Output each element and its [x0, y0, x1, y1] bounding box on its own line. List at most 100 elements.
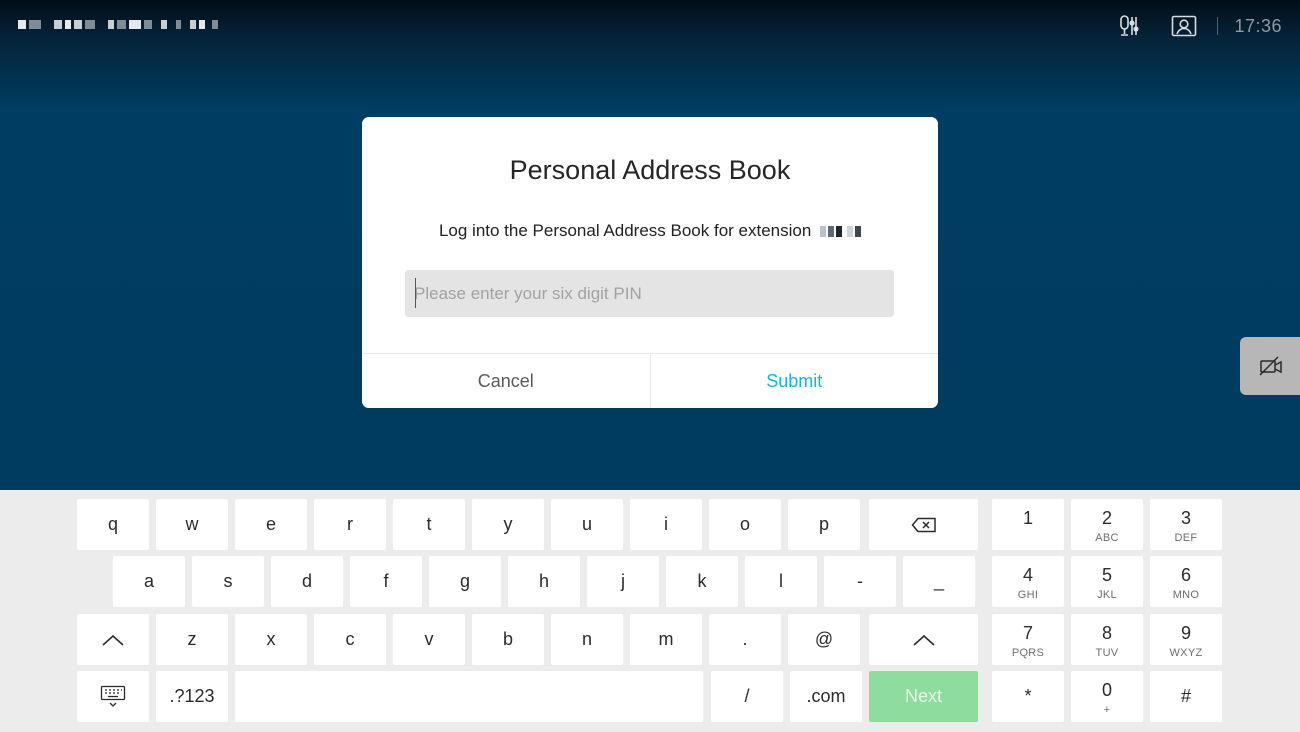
numpad-key-8[interactable]: 8 TUV	[1071, 614, 1143, 665]
numpad-key-7-label: 7	[1022, 623, 1033, 643]
numpad-key-4[interactable]: 4 GHI	[992, 556, 1064, 607]
key-c[interactable]: c	[314, 614, 386, 665]
numpad-key-3-label: 3	[1180, 508, 1191, 528]
numpad-key-4-letters: GHI	[1017, 589, 1039, 601]
key-period-label: .	[742, 629, 748, 649]
numpad-key-8-letters: TUV	[1095, 647, 1119, 659]
numpad-key-5-label: 5	[1101, 565, 1112, 585]
numpad-key-star[interactable]: *	[992, 671, 1064, 722]
key-d[interactable]: d	[271, 556, 343, 607]
key-hyphen[interactable]: -	[824, 556, 896, 607]
numpad-key-1-label: 1	[1022, 508, 1033, 528]
numpad-key-5[interactable]: 5 JKL	[1071, 556, 1143, 607]
dotcom-key[interactable]: .com	[790, 671, 862, 722]
key-r[interactable]: r	[314, 499, 386, 550]
key-w[interactable]: w	[156, 499, 228, 550]
key-e-label: e	[265, 514, 276, 534]
key-k-label: k	[697, 571, 707, 591]
hide-keyboard-key[interactable]	[77, 671, 149, 722]
key-g[interactable]: g	[429, 556, 501, 607]
dotcom-key-label: .com	[806, 686, 846, 706]
pin-input[interactable]	[405, 270, 894, 317]
backspace-key[interactable]	[869, 499, 978, 550]
next-key-label: Next	[904, 686, 942, 706]
numpad-key-hash-label: #	[1180, 686, 1191, 706]
shift-key-right[interactable]	[869, 614, 978, 665]
contact-card-icon[interactable]	[1169, 12, 1199, 40]
dialog-actions: Cancel Submit	[362, 353, 938, 408]
key-e[interactable]: e	[235, 499, 307, 550]
key-g-label: g	[459, 571, 470, 591]
key-at[interactable]: @	[788, 614, 860, 665]
key-period[interactable]: .	[709, 614, 781, 665]
camera-off-icon	[1259, 356, 1282, 376]
key-v-label: v	[424, 629, 434, 649]
key-o[interactable]: o	[709, 499, 781, 550]
numpad-key-2-label: 2	[1101, 508, 1112, 528]
selfview-toggle-button[interactable]	[1240, 337, 1300, 395]
shift-icon	[912, 633, 936, 647]
key-i-label: i	[664, 514, 668, 534]
slash-key[interactable]: /	[711, 671, 783, 722]
key-m[interactable]: m	[630, 614, 702, 665]
key-p[interactable]: p	[788, 499, 860, 550]
slash-key-label: /	[744, 686, 750, 706]
numpad-key-3[interactable]: 3 DEF	[1150, 499, 1222, 550]
key-j[interactable]: j	[587, 556, 659, 607]
extension-redacted	[820, 226, 862, 238]
numpad-key-1[interactable]: 1	[992, 499, 1064, 550]
numpad-key-9-letters: WXYZ	[1169, 647, 1203, 659]
numpad-key-6[interactable]: 6 MNO	[1150, 556, 1222, 607]
key-underscore[interactable]: _	[903, 556, 975, 607]
key-x[interactable]: x	[235, 614, 307, 665]
key-n[interactable]: n	[551, 614, 623, 665]
key-j-label: j	[621, 571, 625, 591]
submit-button[interactable]: Submit	[650, 354, 938, 408]
key-q-label: q	[107, 514, 118, 534]
key-s[interactable]: s	[192, 556, 264, 607]
dialog-message-text: Log into the Personal Address Book for e…	[438, 221, 812, 240]
numpad-key-7[interactable]: 7 PQRS	[992, 614, 1064, 665]
symbols-key-label: .?123	[169, 686, 215, 706]
key-m-label: m	[658, 629, 674, 649]
key-c-label: c	[345, 629, 355, 649]
key-at-label: @	[814, 629, 834, 649]
symbols-key[interactable]: .?123	[156, 671, 228, 722]
key-l[interactable]: l	[745, 556, 817, 607]
key-p-label: p	[818, 514, 829, 534]
microphone-adjust-icon[interactable]	[1114, 12, 1144, 40]
numpad-key-9[interactable]: 9 WXYZ	[1150, 614, 1222, 665]
key-a-label: a	[143, 571, 154, 591]
shift-key-left[interactable]	[77, 614, 149, 665]
key-a[interactable]: a	[113, 556, 185, 607]
dialog-title: Personal Address Book	[509, 155, 791, 185]
key-r-label: r	[347, 514, 353, 534]
key-u[interactable]: u	[551, 499, 623, 550]
dialog-message: Log into the Personal Address Book for e…	[362, 221, 938, 241]
key-t[interactable]: t	[393, 499, 465, 550]
numpad-key-0[interactable]: 0 +	[1071, 671, 1143, 722]
numpad-key-star-label: *	[1024, 686, 1032, 706]
key-v[interactable]: v	[393, 614, 465, 665]
top-bar: redacted	[0, 0, 1300, 50]
numpad-key-8-label: 8	[1101, 623, 1112, 643]
keyboard-hide-icon	[100, 685, 126, 709]
numpad-key-hash[interactable]: #	[1150, 671, 1222, 722]
next-key[interactable]: Next	[869, 671, 978, 722]
key-b-label: b	[502, 629, 513, 649]
key-d-label: d	[301, 571, 312, 591]
key-b[interactable]: b	[472, 614, 544, 665]
key-h[interactable]: h	[508, 556, 580, 607]
key-k[interactable]: k	[666, 556, 738, 607]
key-q[interactable]: q	[77, 499, 149, 550]
space-key[interactable]	[235, 671, 703, 722]
key-t-label: t	[426, 514, 432, 534]
cancel-button[interactable]: Cancel	[362, 354, 651, 408]
text-caret	[415, 278, 416, 308]
key-y[interactable]: y	[472, 499, 544, 550]
numpad-key-2[interactable]: 2 ABC	[1071, 499, 1143, 550]
key-z[interactable]: z	[156, 614, 228, 665]
key-h-label: h	[538, 571, 549, 591]
key-i[interactable]: i	[630, 499, 702, 550]
key-f[interactable]: f	[350, 556, 422, 607]
